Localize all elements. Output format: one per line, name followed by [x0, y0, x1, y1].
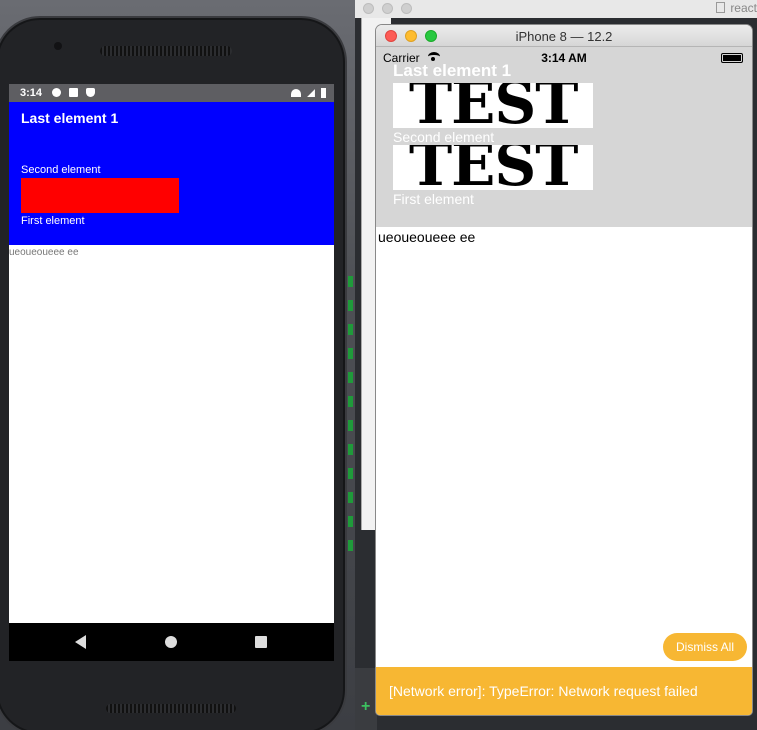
android-status-bar: 3:14 [9, 84, 334, 102]
signal-icon [306, 89, 315, 98]
top-speaker-grille [100, 46, 232, 56]
wifi-icon [290, 89, 301, 98]
test-image-1-text: TEST [409, 83, 578, 128]
editor-tab-label: react [730, 1, 757, 15]
network-error-text: [Network error]: TypeError: Network requ… [389, 683, 698, 699]
ios-body-text: ueoueoueee ee [378, 229, 476, 245]
android-second-element: Second element [21, 164, 101, 176]
terminal-strip: + [355, 668, 377, 730]
test-image-2: TEST [393, 145, 593, 190]
android-last-element: Last element 1 [21, 110, 119, 126]
back-icon[interactable] [75, 635, 86, 649]
android-image-placeholder [21, 178, 179, 213]
editor-close-dot[interactable] [363, 3, 374, 14]
test-image-2-text: TEST [409, 145, 578, 190]
home-icon[interactable] [165, 636, 177, 648]
battery-icon [721, 53, 743, 63]
ios-header: Last element 1 TEST Second element TEST … [376, 61, 752, 227]
android-first-element: First element [21, 215, 85, 227]
shield-icon [86, 88, 95, 97]
android-screen: 3:14 Last element 1 Second element First… [9, 84, 334, 661]
android-body-text: ueoueoueee ee [9, 247, 79, 258]
network-error-banner[interactable]: [Network error]: TypeError: Network requ… [376, 667, 752, 715]
test-image-1: TEST [393, 83, 593, 128]
ios-last-element: Last element 1 [393, 61, 512, 80]
editor-tab[interactable]: react [716, 1, 757, 15]
recents-icon[interactable] [255, 636, 267, 648]
editor-titlebar: react [355, 0, 757, 18]
simulator-titlebar: iPhone 8 — 12.2 [376, 25, 752, 47]
battery-icon [321, 88, 326, 99]
plus-icon[interactable]: + [361, 698, 370, 716]
android-status-time: 3:14 [20, 87, 43, 99]
bottom-speaker-grille [106, 704, 236, 713]
editor-minimize-dot[interactable] [382, 3, 393, 14]
dismiss-all-button[interactable]: Dismiss All [663, 633, 747, 661]
editor-zoom-dot[interactable] [401, 3, 412, 14]
simulator-title: iPhone 8 — 12.2 [515, 29, 613, 44]
gear-icon [52, 88, 61, 97]
sd-card-icon [69, 88, 78, 97]
document-icon [716, 2, 726, 13]
ios-first-element: First element [393, 191, 474, 207]
front-camera-icon [54, 42, 62, 50]
android-header: Last element 1 Second element First elem… [9, 102, 334, 245]
ios-second-element: Second element [393, 129, 495, 145]
android-nav-bar [9, 623, 334, 661]
ios-simulator-window: iPhone 8 — 12.2 Carrier 3:14 AM Last ele… [376, 25, 752, 715]
log-markers [348, 276, 355, 564]
